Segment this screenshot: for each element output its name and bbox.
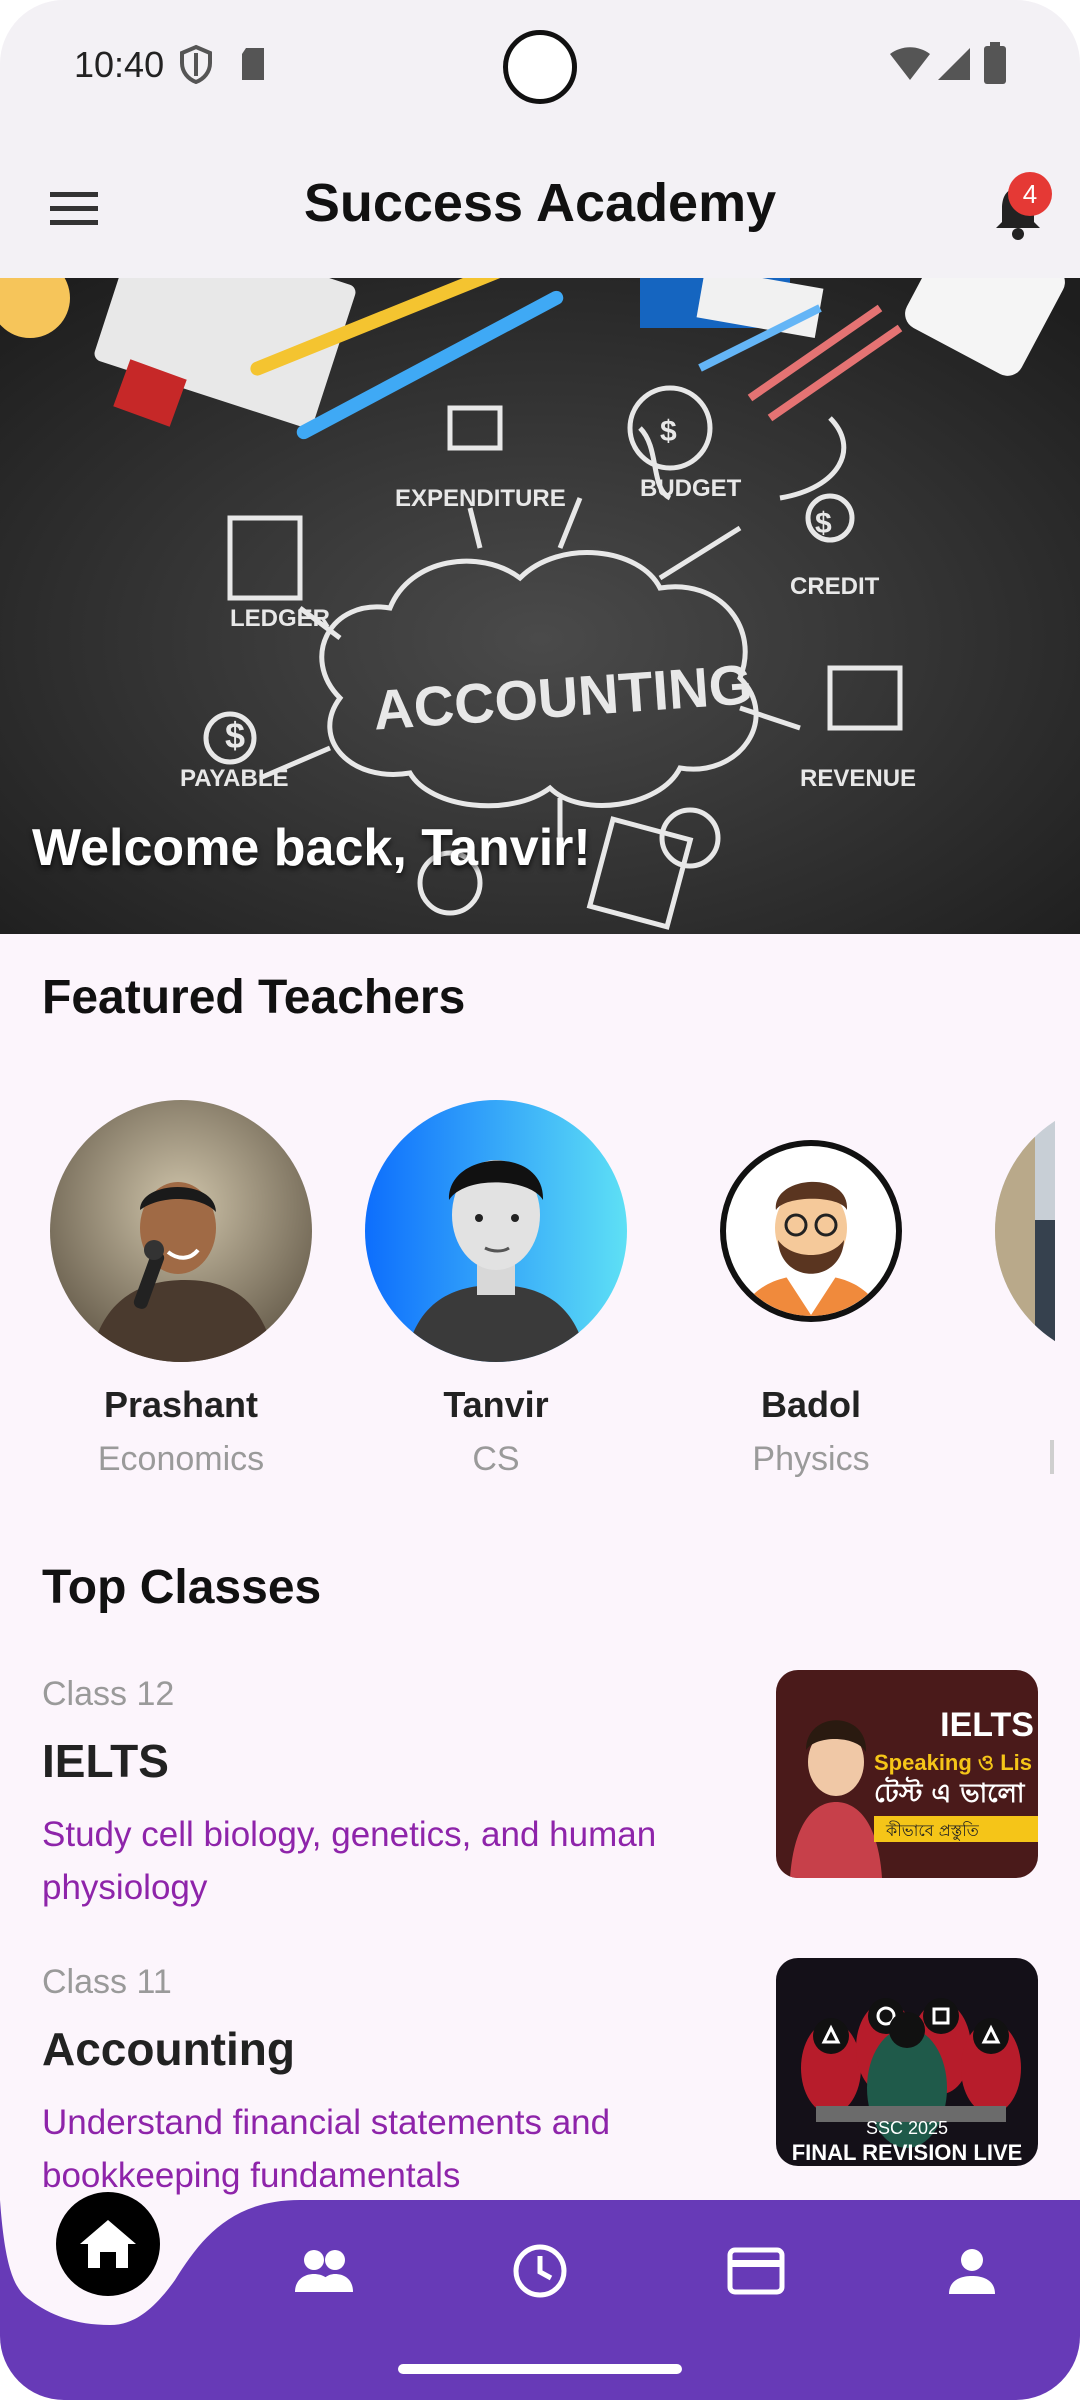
home-icon xyxy=(80,2220,136,2268)
camera-cutout xyxy=(503,30,577,104)
teacher-subject-partial xyxy=(1050,1440,1054,1474)
welcome-message: Welcome back, Tanvir! xyxy=(32,819,591,877)
app-title: Success Academy xyxy=(303,173,777,233)
svg-text:REVENUE: REVENUE xyxy=(800,765,916,792)
person-icon[interactable] xyxy=(937,2236,1007,2306)
clock-icon[interactable] xyxy=(505,2236,575,2306)
teacher-subject: Economics xyxy=(97,1440,265,1478)
svg-text:SSC 2025: SSC 2025 xyxy=(866,2118,948,2138)
class-description: Understand financial statements and book… xyxy=(42,2103,611,2195)
teacher-card-partial[interactable] xyxy=(995,1100,1055,1362)
notification-badge: 4 xyxy=(1008,172,1052,216)
teacher-avatar xyxy=(365,1100,627,1362)
teacher-avatar xyxy=(995,1100,1055,1362)
status-time: 10:40 xyxy=(74,44,165,85)
status-bar: 10:40 xyxy=(0,0,1080,130)
battery-icon xyxy=(984,42,1006,84)
shield-icon xyxy=(180,44,212,84)
featured-teachers-title: Featured Teachers xyxy=(42,971,466,1024)
teacher-subject: Physics xyxy=(752,1440,870,1478)
svg-text:LEDGER: LEDGER xyxy=(230,605,330,632)
card-icon[interactable] xyxy=(721,2236,791,2306)
svg-text:CREDIT: CREDIT xyxy=(790,573,880,600)
teacher-name: Prashant xyxy=(103,1384,259,1425)
teacher-card[interactable]: Badol Physics xyxy=(680,1100,942,1479)
svg-text:BUDGET: BUDGET xyxy=(640,475,742,502)
svg-text:টেস্ট এ ভালো: টেস্ট এ ভালো xyxy=(874,1776,1026,1809)
teacher-avatar xyxy=(50,1100,312,1362)
teacher-card[interactable]: Prashant Economics xyxy=(50,1100,312,1479)
hero-banner: ACCOUNTING EXPENDITURE BUDGET LEDGER CRE… xyxy=(0,278,1080,934)
svg-text:IELTS: IELTS xyxy=(940,1706,1034,1744)
teacher-subject: CS xyxy=(472,1440,520,1478)
cellular-icon xyxy=(938,48,970,80)
class-thumbnail[interactable]: IELTS Speaking ও Lis টেস্ট এ ভালো কীভাবে… xyxy=(776,1670,1038,1878)
wifi-icon xyxy=(890,47,930,80)
svg-text:$: $ xyxy=(225,715,245,756)
svg-text:$: $ xyxy=(815,507,832,540)
svg-text:Speaking ও Lis: Speaking ও Lis xyxy=(874,1750,1032,1775)
home-nav-button[interactable] xyxy=(56,2192,160,2296)
people-icon[interactable] xyxy=(289,2236,359,2306)
teacher-card[interactable]: Tanvir CS xyxy=(365,1100,627,1479)
top-classes-title: Top Classes xyxy=(42,1561,322,1614)
app-screen: 10:40 Success Academy 4 ACCOUNTING EXPEN… xyxy=(0,0,1080,2400)
sim-card-icon xyxy=(242,48,264,80)
class-thumbnail[interactable]: SSC 2025 FINAL REVISION LIVE xyxy=(776,1958,1038,2166)
svg-text:EXPENDITURE: EXPENDITURE xyxy=(395,485,566,512)
class-description: Study cell biology, genetics, and human … xyxy=(42,1815,657,1907)
svg-text:$: $ xyxy=(660,415,677,448)
teacher-name: Tanvir xyxy=(443,1384,549,1425)
teacher-name: Badol xyxy=(760,1384,861,1425)
svg-text:FINAL REVISION LIVE: FINAL REVISION LIVE xyxy=(792,2140,1023,2165)
app-bar: Success Academy 4 xyxy=(0,130,1080,278)
gesture-home-indicator[interactable] xyxy=(398,2364,682,2374)
svg-text:PAYABLE: PAYABLE xyxy=(180,765,289,792)
teacher-avatar xyxy=(680,1100,942,1362)
svg-text:কীভাবে প্রস্তুতি: কীভাবে প্রস্তুতি xyxy=(885,1821,980,1841)
